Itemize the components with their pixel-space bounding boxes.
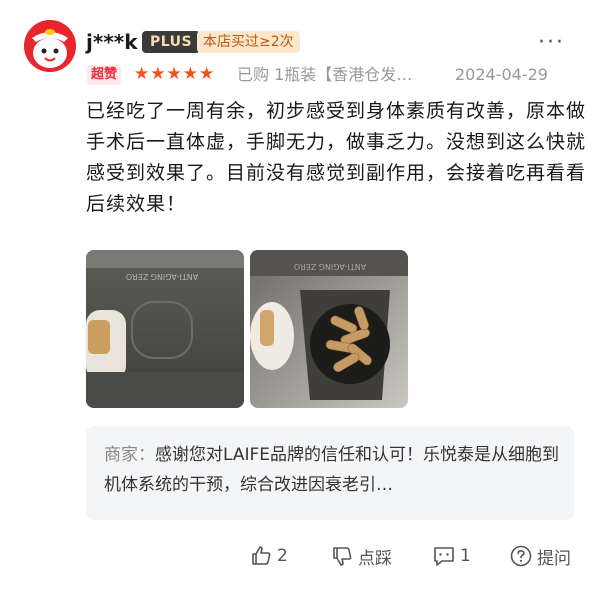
star-icon: ★ <box>166 64 182 84</box>
purchase-info[interactable]: 已购 1瓶装【香港仓发… <box>237 64 442 86</box>
review-date: 2024-04-29 <box>455 65 548 84</box>
like-count: 2 <box>277 546 288 566</box>
comment-count: 1 <box>460 546 471 566</box>
repeat-buyer-badge: 本店买过≥2次 <box>197 31 300 53</box>
ask-button[interactable]: 提问 <box>509 543 571 569</box>
review-photo[interactable]: ANTI-AGING ZERO <box>86 250 244 408</box>
username[interactable]: j***k <box>86 30 138 54</box>
avatar[interactable] <box>24 20 76 72</box>
thumbs-down-icon <box>333 547 352 566</box>
dislike-button[interactable]: 点踩 <box>330 543 392 569</box>
merchant-label: 商家： <box>104 445 155 465</box>
merchant-reply-body: 感谢您对LAIFE品牌的信任和认可！乐悦泰是从细胞到机体系统的干预，综合改进因衰… <box>104 445 560 495</box>
package-text: ANTI-AGING ZERO <box>126 272 198 281</box>
question-icon <box>510 545 532 567</box>
package-text: ANTI-AGING ZERO <box>294 262 366 271</box>
review-photo[interactable]: ANTI-AGING ZERO <box>250 250 408 408</box>
star-icon: ★ <box>182 64 198 84</box>
plus-badge: PLUS <box>142 31 201 53</box>
star-rating: ★ ★ ★ ★ ★ <box>134 64 214 84</box>
comment-icon <box>434 547 454 566</box>
comment-button[interactable]: 1 <box>432 543 471 569</box>
more-options-icon[interactable]: ··· <box>538 32 565 54</box>
dislike-label: 点踩 <box>358 548 392 569</box>
ask-label: 提问 <box>537 548 571 569</box>
like-button[interactable]: 2 <box>249 543 288 569</box>
thumbs-up-icon <box>252 546 271 565</box>
review-text: 已经吃了一周有余，初步感受到身体素质有改善，原本做手术后一直体虚，手脚无力，做事… <box>86 100 587 215</box>
super-like-tag: 超赞 <box>87 65 122 85</box>
star-icon: ★ <box>134 64 150 84</box>
merchant-reply-text[interactable]: 商家：感谢您对LAIFE品牌的信任和认可！乐悦泰是从细胞到机体系统的干预，综合改… <box>104 440 564 500</box>
star-icon: ★ <box>150 64 166 84</box>
star-icon: ★ <box>199 64 215 84</box>
